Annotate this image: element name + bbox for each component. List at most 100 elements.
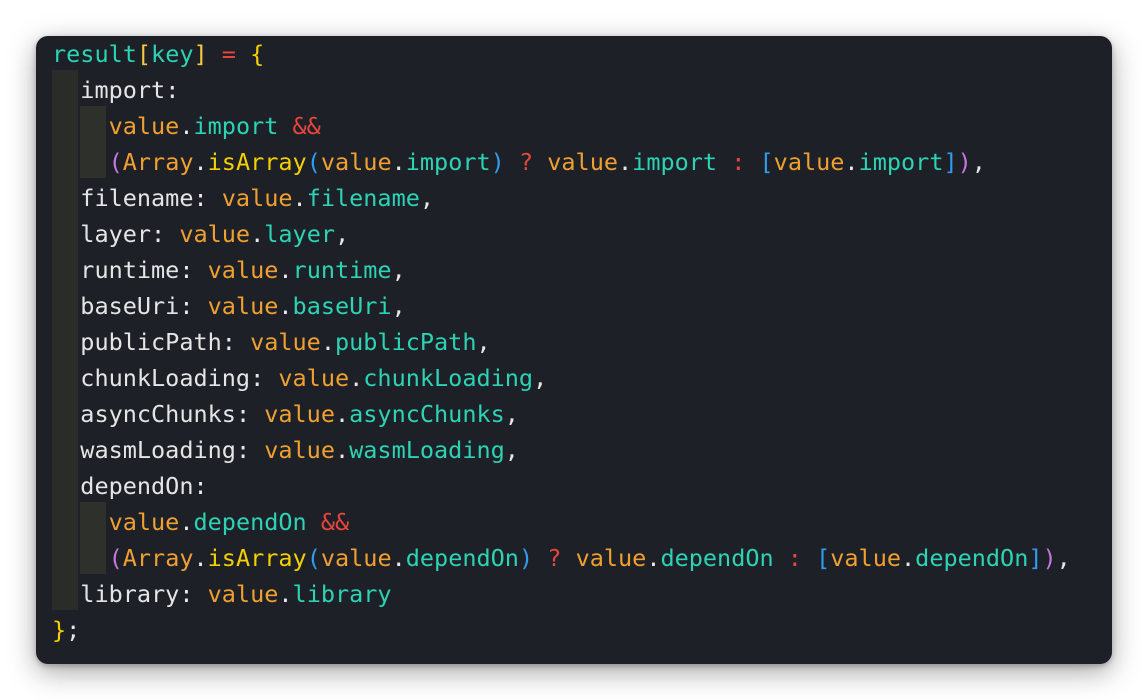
- code-token: .: [334, 436, 350, 464]
- code-token: :: [165, 76, 180, 104]
- code-token: :: [773, 544, 817, 572]
- code-token: .: [646, 544, 661, 572]
- code-token: publicPath: [334, 328, 477, 356]
- code-token: filename: [306, 184, 420, 212]
- code-token: :: [179, 256, 208, 284]
- code-block[interactable]: result[key] = { import: value.import && …: [52, 36, 1071, 648]
- code-token: .: [278, 580, 293, 608]
- code-token: :: [235, 400, 265, 428]
- code-token: .: [179, 508, 194, 536]
- code-token: ,: [971, 148, 986, 176]
- code-token: ,: [419, 184, 435, 212]
- code-token: :: [179, 580, 208, 608]
- code-token: publicPath: [52, 328, 222, 356]
- code-token: ]: [943, 148, 958, 176]
- code-token: value: [575, 544, 647, 572]
- code-token: :: [193, 184, 222, 212]
- code-token: import: [52, 76, 166, 104]
- code-token: chunkLoading: [52, 364, 251, 392]
- code-token: value: [207, 580, 279, 608]
- code-line: publicPath: value.publicPath,: [52, 324, 1071, 360]
- code-token: .: [391, 544, 406, 572]
- code-token: ,: [476, 328, 491, 356]
- code-token: import: [405, 148, 491, 176]
- code-token: chunkLoading: [363, 364, 534, 392]
- code-token: &&: [306, 508, 350, 536]
- code-token: asyncChunks: [349, 400, 505, 428]
- code-token: .: [278, 292, 293, 320]
- code-token: baseUri: [52, 292, 180, 320]
- code-token: :: [151, 220, 180, 248]
- code-line: import:: [52, 72, 1071, 108]
- code-line: asyncChunks: value.asyncChunks,: [52, 396, 1071, 432]
- code-token: ,: [391, 256, 406, 284]
- code-token: wasmLoading: [349, 436, 505, 464]
- code-token: value: [320, 544, 392, 572]
- code-token: value: [221, 184, 293, 212]
- code-token: [: [136, 40, 152, 68]
- code-token: ?: [533, 544, 576, 572]
- code-token: .: [391, 148, 406, 176]
- code-token: import: [858, 148, 944, 176]
- code-line: };: [52, 612, 1071, 648]
- code-token: wasmLoading: [52, 436, 236, 464]
- code-token: ;: [66, 616, 81, 644]
- code-token: .: [193, 544, 208, 572]
- code-token: .: [250, 220, 265, 248]
- code-token: (: [306, 148, 321, 176]
- code-token: value: [547, 148, 619, 176]
- code-token: asyncChunks: [52, 400, 236, 428]
- code-line: wasmLoading: value.wasmLoading,: [52, 432, 1071, 468]
- code-token: key: [151, 40, 194, 68]
- code-token: library: [52, 580, 180, 608]
- code-line: filename: value.filename,: [52, 180, 1071, 216]
- code-token: .: [320, 328, 335, 356]
- code-token: ): [518, 544, 534, 572]
- code-token: Array: [122, 544, 194, 572]
- code-token: =: [207, 40, 251, 68]
- code-token: dependOn: [915, 544, 1029, 572]
- code-token: .: [901, 544, 916, 572]
- code-token: :: [179, 292, 208, 320]
- code-token: value: [320, 148, 392, 176]
- code-line: (Array.isArray(value.dependOn) ? value.d…: [52, 540, 1071, 576]
- code-token: ]: [1028, 544, 1043, 572]
- code-line: (Array.isArray(value.import) ? value.imp…: [52, 144, 1071, 180]
- code-token: :: [250, 364, 279, 392]
- code-token: Array: [122, 148, 194, 176]
- code-line: layer: value.layer,: [52, 216, 1071, 252]
- code-token: .: [334, 400, 350, 428]
- code-line: value.dependOn &&: [52, 504, 1071, 540]
- code-token: dependOn: [660, 544, 774, 572]
- code-token: .: [278, 256, 293, 284]
- code-token: import: [193, 112, 279, 140]
- code-token: library: [292, 580, 392, 608]
- code-token: runtime: [52, 256, 180, 284]
- code-token: runtime: [292, 256, 392, 284]
- code-token: ,: [335, 220, 350, 248]
- code-token: ,: [1056, 544, 1071, 572]
- code-token: .: [292, 184, 307, 212]
- code-line: baseUri: value.baseUri,: [52, 288, 1071, 324]
- code-line: dependOn:: [52, 468, 1071, 504]
- code-line: runtime: value.runtime,: [52, 252, 1071, 288]
- code-editor-window: result[key] = { import: value.import && …: [36, 36, 1112, 664]
- code-token: ): [957, 148, 972, 176]
- code-token: ): [1042, 544, 1057, 572]
- code-token: layer: [52, 220, 152, 248]
- code-token: .: [349, 364, 364, 392]
- code-token: dependOn: [405, 544, 519, 572]
- code-token: value: [207, 256, 279, 284]
- code-token: isArray: [207, 544, 307, 572]
- code-token: ): [490, 148, 505, 176]
- code-token: layer: [264, 220, 335, 248]
- code-token: result: [52, 40, 137, 68]
- code-token: [: [759, 148, 774, 176]
- code-token: :: [221, 328, 251, 356]
- code-token: value: [52, 508, 180, 536]
- code-token: value: [773, 148, 845, 176]
- code-token: value: [207, 292, 279, 320]
- code-token: [: [816, 544, 831, 572]
